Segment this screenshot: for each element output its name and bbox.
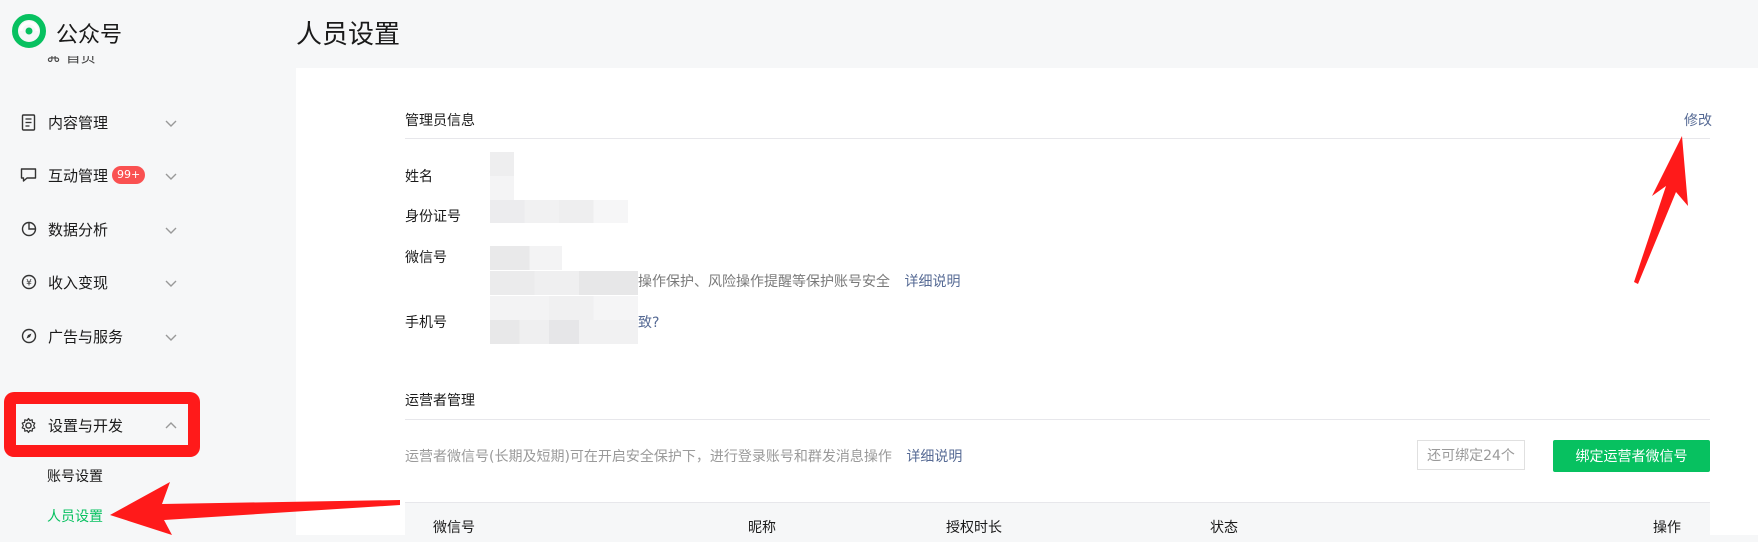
sidebar-item-content[interactable]: 内容管理 <box>20 110 190 134</box>
chevron-down-icon <box>164 115 178 129</box>
remaining-quota: 还可绑定24个 <box>1417 440 1525 470</box>
sidebar-item-label: 收入变现 <box>48 273 109 292</box>
divider <box>405 138 1710 139</box>
redacted-name <box>490 152 514 200</box>
app-logo[interactable]: 公众号 <box>12 14 122 52</box>
sidebar-item-ads-services[interactable]: 广告与服务 <box>20 324 190 348</box>
sidebar-item-monetization[interactable]: ¥ 收入变现 <box>20 270 190 294</box>
notification-badge: 99+ <box>112 166 146 184</box>
chevron-down-icon <box>164 329 178 343</box>
phone-label: 手机号 <box>405 315 447 331</box>
column-header: 操作 <box>1653 520 1681 536</box>
main-panel: 管理员信息 修改 姓名 身份证号 微信号 手机号 操作保护、风险操作提醒等保护账… <box>296 68 1758 542</box>
sidebar-subitem-staff-settings[interactable]: 人员设置 <box>47 506 103 526</box>
operator-section-title: 运营者管理 <box>405 393 475 409</box>
redacted-phone-1 <box>490 296 638 320</box>
redacted-wechat-hint <box>490 271 638 295</box>
sidebar-item-label: 互动管理 <box>48 166 109 185</box>
annotation-arrow-up <box>1634 136 1688 284</box>
annotation-highlight-box <box>4 392 200 457</box>
column-header: 微信号 <box>433 520 475 536</box>
sidebar-subitem-account-settings[interactable]: 账号设置 <box>47 466 103 486</box>
redacted-phone-2 <box>490 320 638 344</box>
sidebar-item-label: 广告与服务 <box>48 327 124 346</box>
clipped-nav-item: ⌘ 首页 <box>46 56 96 66</box>
phone-mismatch-link[interactable]: 致? <box>638 312 659 332</box>
app-name: 公众号 <box>56 23 123 48</box>
sidebar-item-label: 数据分析 <box>48 220 109 239</box>
redacted-wechat-id <box>490 246 562 270</box>
annotation-arrow-left <box>110 482 400 535</box>
pie-chart-icon <box>20 221 37 238</box>
edit-admin-link[interactable]: 修改 <box>1684 110 1712 130</box>
bind-operator-button[interactable]: 绑定运营者微信号 <box>1553 440 1710 472</box>
admin-section-title: 管理员信息 <box>405 113 475 129</box>
sidebar-item-interaction[interactable]: 互动管理 99+ <box>20 163 190 187</box>
column-header: 昵称 <box>748 520 776 536</box>
svg-text:¥: ¥ <box>26 279 32 289</box>
divider <box>405 419 1710 420</box>
operator-detail-link[interactable]: 详细说明 <box>906 449 962 465</box>
id-number-label: 身份证号 <box>405 209 461 225</box>
compass-icon <box>20 328 37 345</box>
chevron-down-icon <box>164 222 178 236</box>
chat-bubble-icon <box>20 167 37 184</box>
wechat-protection-hint: 操作保护、风险操作提醒等保护账号安全 详细说明 <box>638 271 960 291</box>
operator-table-header: 微信号 昵称 授权时长 状态 操作 <box>405 502 1710 542</box>
yen-coin-icon: ¥ <box>20 274 37 291</box>
column-header: 状态 <box>1210 520 1238 536</box>
column-header: 授权时长 <box>946 520 1002 536</box>
wechat-logo-icon <box>12 14 46 52</box>
chevron-down-icon <box>164 168 178 182</box>
name-label: 姓名 <box>405 169 433 185</box>
redacted-id-number <box>490 200 628 223</box>
document-icon <box>20 113 37 131</box>
wechat-detail-link[interactable]: 详细说明 <box>904 274 960 290</box>
chevron-down-icon <box>164 275 178 289</box>
sidebar-item-label: 内容管理 <box>48 113 109 132</box>
page-title: 人员设置 <box>296 20 401 50</box>
wechat-id-label: 微信号 <box>405 250 447 266</box>
operator-hint-text: 运营者微信号(长期及短期)可在开启安全保护下，进行登录账号和群发消息操作 <box>405 449 892 465</box>
sidebar-item-analytics[interactable]: 数据分析 <box>20 217 190 241</box>
wechat-hint-text: 操作保护、风险操作提醒等保护账号安全 <box>638 274 890 290</box>
operator-hint: 运营者微信号(长期及短期)可在开启安全保护下，进行登录账号和群发消息操作 详细说… <box>405 446 962 466</box>
